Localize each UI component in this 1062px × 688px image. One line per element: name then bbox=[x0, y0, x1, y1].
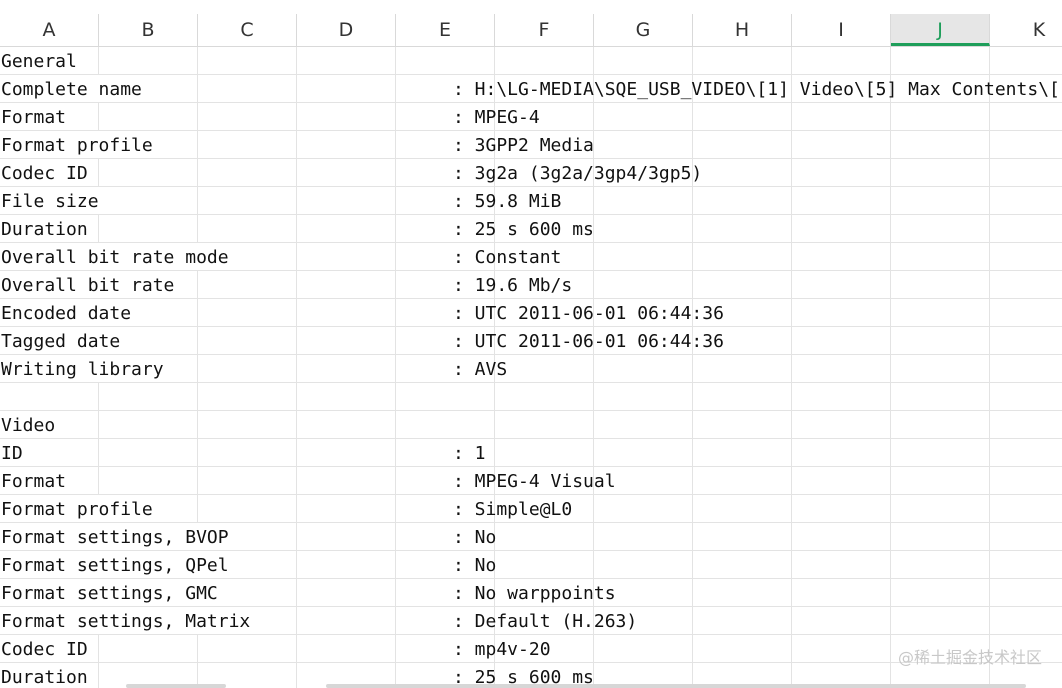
cell-label[interactable]: ID bbox=[0, 439, 23, 466]
column-header-d[interactable]: D bbox=[297, 14, 396, 46]
cell-label[interactable]: General bbox=[0, 47, 77, 74]
cell-value[interactable]: : UTC 2011-06-01 06:44:36 bbox=[453, 327, 724, 354]
spreadsheet-grid[interactable]: General Complete name : H:\LG-MEDIA\SQE_US… bbox=[0, 47, 1062, 688]
cell-value[interactable]: : UTC 2011-06-01 06:44:36 bbox=[453, 299, 724, 326]
table-row[interactable]: Format settings, GMC : No warppoints bbox=[0, 579, 1062, 607]
cell-label[interactable]: Overall bit rate bbox=[0, 271, 175, 298]
column-header-g[interactable]: G bbox=[594, 14, 693, 46]
cell-label[interactable]: Format bbox=[0, 467, 67, 494]
cell-value[interactable]: : MPEG-4 Visual bbox=[453, 467, 616, 494]
cell-label[interactable]: File size bbox=[0, 187, 99, 214]
column-header-k[interactable]: K bbox=[990, 14, 1062, 46]
cell-value[interactable]: : AVS bbox=[453, 355, 507, 382]
cell-value[interactable]: : 25 s 600 ms bbox=[453, 215, 594, 242]
column-header-f[interactable]: F bbox=[495, 14, 594, 46]
cell-label[interactable]: Format settings, Matrix bbox=[0, 607, 251, 634]
cell-label[interactable]: Codec ID bbox=[0, 635, 88, 662]
table-row[interactable]: Format settings, QPel : No bbox=[0, 551, 1062, 579]
cell-label[interactable]: Encoded date bbox=[0, 299, 132, 326]
table-row[interactable]: Format : MPEG-4 bbox=[0, 103, 1062, 131]
watermark: @稀土掘金技术社区 bbox=[897, 648, 1042, 667]
cell-value[interactable]: : MPEG-4 bbox=[453, 103, 540, 130]
cell-label[interactable]: Writing library bbox=[0, 355, 164, 382]
cell-label[interactable]: Complete name bbox=[0, 75, 142, 102]
table-row[interactable] bbox=[0, 383, 1062, 411]
column-header-j[interactable]: J bbox=[891, 14, 990, 46]
cell-label[interactable]: Format settings, QPel bbox=[0, 551, 229, 578]
cell-label[interactable]: Duration bbox=[0, 663, 88, 688]
cell-label[interactable]: Format profile bbox=[0, 495, 153, 522]
table-row[interactable]: Duration : 25 s 600 ms bbox=[0, 215, 1062, 243]
cell-label[interactable]: Format settings, GMC bbox=[0, 579, 218, 606]
cell-label[interactable]: Format profile bbox=[0, 131, 153, 158]
column-header-i[interactable]: I bbox=[792, 14, 891, 46]
cell-label[interactable]: Tagged date bbox=[0, 327, 121, 354]
cell-value[interactable]: : No bbox=[453, 523, 496, 550]
table-row[interactable]: Complete name : H:\LG-MEDIA\SQE_USB_VIDEO… bbox=[0, 75, 1062, 103]
column-header-c[interactable]: C bbox=[198, 14, 297, 46]
column-header-h[interactable]: H bbox=[693, 14, 792, 46]
column-header-row: ABCDEFGHIJK bbox=[0, 14, 1062, 47]
cell-value[interactable]: : Constant bbox=[453, 243, 561, 270]
cell-value[interactable]: : 19.6 Mb/s bbox=[453, 271, 572, 298]
table-row[interactable]: Video bbox=[0, 411, 1062, 439]
table-row[interactable]: Tagged date : UTC 2011-06-01 06:44:36 bbox=[0, 327, 1062, 355]
cell-value[interactable]: : 59.8 MiB bbox=[453, 187, 561, 214]
column-header-e[interactable]: E bbox=[396, 14, 495, 46]
table-row[interactable]: Format : MPEG-4 Visual bbox=[0, 467, 1062, 495]
column-header-a[interactable]: A bbox=[0, 14, 99, 46]
table-row[interactable]: General bbox=[0, 47, 1062, 75]
table-row[interactable]: Writing library : AVS bbox=[0, 355, 1062, 383]
cell-value[interactable]: : mp4v-20 bbox=[453, 635, 551, 662]
cell-label[interactable]: Video bbox=[0, 411, 56, 438]
cell-label[interactable]: Format bbox=[0, 103, 67, 130]
table-row[interactable]: Encoded date : UTC 2011-06-01 06:44:36 bbox=[0, 299, 1062, 327]
table-row[interactable]: Format settings, BVOP : No bbox=[0, 523, 1062, 551]
cell-value[interactable]: : 1 bbox=[453, 439, 486, 466]
cell-value[interactable]: : No bbox=[453, 551, 496, 578]
cell-label[interactable]: Overall bit rate mode bbox=[0, 243, 229, 270]
table-row[interactable]: Overall bit rate mode : Constant bbox=[0, 243, 1062, 271]
cell-label[interactable]: Codec ID bbox=[0, 159, 88, 186]
table-row[interactable]: Overall bit rate : 19.6 Mb/s bbox=[0, 271, 1062, 299]
cell-value[interactable]: : Simple@L0 bbox=[453, 495, 572, 522]
cell-label[interactable]: Duration bbox=[0, 215, 88, 242]
cell-value[interactable]: : No warppoints bbox=[453, 579, 616, 606]
table-row[interactable]: ID : 1 bbox=[0, 439, 1062, 467]
cell-label[interactable]: Format settings, BVOP bbox=[0, 523, 229, 550]
table-row[interactable]: File size : 59.8 MiB bbox=[0, 187, 1062, 215]
cell-value[interactable]: : H:\LG-MEDIA\SQE_USB_VIDEO\[1] Video\[5… bbox=[453, 75, 1060, 102]
table-row[interactable]: Codec ID : 3g2a (3g2a/3gp4/3gp5) bbox=[0, 159, 1062, 187]
table-row[interactable]: Format profile : Simple@L0 bbox=[0, 495, 1062, 523]
horizontal-scrollbar[interactable] bbox=[126, 684, 226, 688]
table-row[interactable]: Format profile : 3GPP2 Media bbox=[0, 131, 1062, 159]
horizontal-scrollbar-thumb[interactable] bbox=[326, 684, 1026, 688]
cell-value[interactable]: : Default (H.263) bbox=[453, 607, 637, 634]
column-header-b[interactable]: B bbox=[99, 14, 198, 46]
cell-value[interactable]: : 3GPP2 Media bbox=[453, 131, 594, 158]
table-row[interactable]: Format settings, Matrix : Default (H.263) bbox=[0, 607, 1062, 635]
cell-value[interactable]: : 3g2a (3g2a/3gp4/3gp5) bbox=[453, 159, 702, 186]
